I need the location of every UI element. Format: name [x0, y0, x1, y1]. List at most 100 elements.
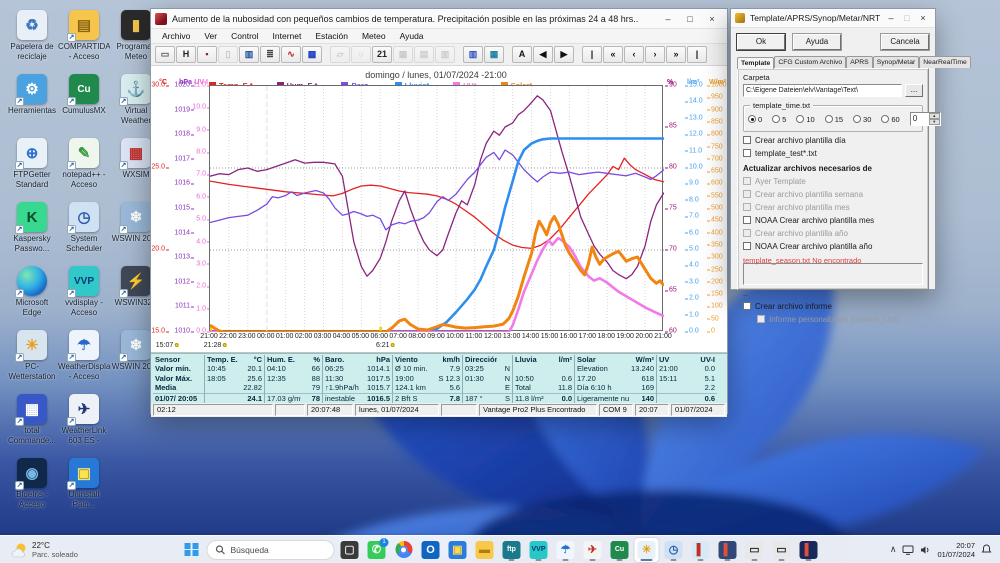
taskbar-app-wswin-dark[interactable]: ▌: [797, 538, 821, 562]
tab-cfg-custom-archivo[interactable]: CFG Custom Archivo: [774, 56, 846, 68]
help-button[interactable]: Ayuda: [793, 34, 841, 50]
toolbar-button-3-2[interactable]: ▶: [554, 46, 574, 63]
desktop-icon-recycle-bin[interactable]: ♻Papelera de reciclaje: [6, 10, 58, 62]
taskbar-app-chrome[interactable]: [392, 538, 416, 562]
taskbar-app-file-explorer[interactable]: ▬: [473, 538, 497, 562]
checkbox-template-test-txt[interactable]: template_test*.txt: [743, 149, 923, 158]
checkbox-crear-archivo-plantilla-d-a[interactable]: Crear archivo plantilla día: [743, 136, 923, 145]
toolbar-button-3-1[interactable]: ◀: [533, 46, 553, 63]
toolbar-button-4-0[interactable]: |: [582, 46, 602, 63]
toolbar-button-0-7[interactable]: ▩: [302, 46, 322, 63]
desktop-icon-ftpgetter[interactable]: ⊕↗FTPGetter Standard: [6, 138, 58, 190]
volume-icon[interactable]: [920, 545, 931, 555]
desktop-icon-weatherlink[interactable]: ✈↗WeatherLink 603 ES - Acce...: [58, 394, 110, 446]
taskbar-app-ftpgetter[interactable]: ftp: [500, 538, 524, 562]
taskbar-app-photos[interactable]: ▣: [446, 538, 470, 562]
menu-item-ver[interactable]: Ver: [197, 29, 224, 43]
cancel-button[interactable]: Cancela: [881, 34, 929, 50]
menu-item-meteo[interactable]: Meteo: [355, 29, 393, 43]
dialog-titlebar[interactable]: Template/APRS/Synop/Metar/NRT – □ ×: [731, 9, 935, 28]
ok-button[interactable]: Ok: [737, 34, 785, 50]
checkbox-noaa-crear-archivo-plantilla-a-o[interactable]: NOAA Crear archivo plantilla año: [743, 242, 923, 251]
toolbar-button-0-1[interactable]: H: [176, 46, 196, 63]
desktop-icon-blueiris[interactable]: ◉↗BlueIris - Acceso directo: [6, 458, 58, 510]
radio-option-5[interactable]: 5: [772, 115, 786, 124]
desktop-icon-weatherdisplay[interactable]: ☂↗WeatherDisplay - Acceso directo: [58, 330, 110, 382]
taskbar-app-weatherlink[interactable]: ✈: [581, 538, 605, 562]
minimize-button[interactable]: –: [657, 11, 679, 27]
toolbar-button-2-1[interactable]: ▦: [484, 46, 504, 63]
desktop-icon-uninstall-pain[interactable]: ▣↗Uninstall Pain...: [58, 458, 110, 510]
tab-template[interactable]: Template: [737, 57, 774, 69]
folder-path-input[interactable]: C:\Eigene Dateien\elv\Vantage\Text\: [743, 84, 902, 97]
taskbar-app-weatherdisplay[interactable]: ☂: [554, 538, 578, 562]
notifications-bell-icon[interactable]: [981, 544, 992, 555]
tab-synop-metar[interactable]: Synop/Metar: [873, 56, 920, 68]
desktop-icon-total-commander[interactable]: ▦↗total Commande...: [6, 394, 58, 446]
taskbar-app-system-scheduler[interactable]: ◷: [662, 538, 686, 562]
menu-item-archivo[interactable]: Archivo: [155, 29, 197, 43]
search-input[interactable]: Búsqueda: [207, 540, 335, 560]
radio-option-30[interactable]: 30: [853, 115, 871, 124]
toolbar-button-4-5[interactable]: |: [687, 46, 707, 63]
menu-item-ayuda[interactable]: Ayuda: [393, 29, 431, 43]
taskbar-app-cmd-window-2[interactable]: ▭: [770, 538, 794, 562]
desktop-icon-herramientas[interactable]: ⚙↗Herramientas: [6, 74, 58, 126]
radio-option-0[interactable]: 0: [748, 115, 762, 124]
taskbar-app-pc-wetterstation[interactable]: ☀: [635, 538, 659, 562]
toolbar-button-4-3[interactable]: ›: [645, 46, 665, 63]
taskbar-app-vvp[interactable]: VVP: [527, 538, 551, 562]
dialog-close-button[interactable]: ×: [915, 10, 931, 26]
tab-nearrealtime[interactable]: NearRealTime: [919, 56, 971, 68]
menu-item-estación[interactable]: Estación: [308, 29, 355, 43]
toolbar-button-0-0[interactable]: ▭: [155, 46, 175, 63]
checkbox-icon: [743, 302, 751, 310]
radio-option-10[interactable]: 10: [796, 115, 814, 124]
tray-chevron-icon[interactable]: ∧: [890, 544, 897, 555]
toolbar-button-4-4[interactable]: »: [666, 46, 686, 63]
radio-option-15[interactable]: 15: [825, 115, 843, 124]
taskbar-app-outlook[interactable]: O: [419, 538, 443, 562]
tray-clock[interactable]: 20:07 01/07/2024: [937, 541, 975, 559]
desktop-icon-system-scheduler[interactable]: ◷↗System Scheduler: [58, 202, 110, 254]
desktop-icon-kaspersky-password[interactable]: K↗Kaspersky Passwo...: [6, 202, 58, 254]
spinner-down-icon[interactable]: ▼: [929, 119, 940, 125]
tab-aprs[interactable]: APRS: [846, 56, 873, 68]
desktop-icon-microsoft-edge[interactable]: ↗Microsoft Edge: [6, 266, 58, 318]
interval-spinner[interactable]: 0▲▼: [910, 112, 941, 126]
taskbar-app-cmd-window-1[interactable]: ▭: [743, 538, 767, 562]
browse-button[interactable]: ...: [905, 84, 923, 97]
taskbar-app-whatsapp[interactable]: ✆1: [365, 538, 389, 562]
menu-item-internet[interactable]: Internet: [266, 29, 309, 43]
menu-item-control[interactable]: Control: [224, 29, 265, 43]
start-button[interactable]: [180, 538, 204, 562]
desktop-icon-notepad-plus-plus[interactable]: ✎↗notepad++ - Acceso directo: [58, 138, 110, 190]
main-titlebar[interactable]: Aumento de la nubosidad con pequeños cam…: [151, 9, 727, 29]
network-icon[interactable]: [902, 545, 914, 555]
toolbar-button-2-0[interactable]: ▥: [463, 46, 483, 63]
dialog-minimize-button[interactable]: –: [883, 10, 899, 26]
radio-option-60[interactable]: 60: [881, 115, 899, 124]
toolbar-button-1-2[interactable]: 21: [372, 46, 392, 63]
toolbar-button-0-6[interactable]: ∿: [281, 46, 301, 63]
toolbar-button-3-0[interactable]: A: [512, 46, 532, 63]
toolbar-button-0-4[interactable]: ▥: [239, 46, 259, 63]
desktop-icon-vvdisplay[interactable]: VVP↗vvdisplay - Acceso directo: [58, 266, 110, 318]
desktop-icon-compartida-folder[interactable]: ▤↗COMPARTIDA - Acceso directo: [58, 10, 110, 62]
toolbar-button-4-2[interactable]: ‹: [624, 46, 644, 63]
desktop-icon-cumulusmx[interactable]: Cu↗CumulusMX: [58, 74, 110, 126]
table-cell: Día 6:10 h: [575, 383, 629, 392]
toolbar-button-4-1[interactable]: «: [603, 46, 623, 63]
maximize-button[interactable]: □: [679, 11, 701, 27]
taskbar-app-dark-window-app[interactable]: ▢: [338, 538, 362, 562]
taskbar-app-cumulusmx[interactable]: Cu: [608, 538, 632, 562]
taskbar-app-wxsim[interactable]: ▌: [716, 538, 740, 562]
toolbar-button-0-5[interactable]: ≣: [260, 46, 280, 63]
desktop-icon-pc-wetterstation[interactable]: ☀↗PC-Wetterstation: [6, 330, 58, 382]
taskbar-app-wswin[interactable]: ▌: [689, 538, 713, 562]
taskbar-weather-widget[interactable]: 22°C Parc. soleado: [0, 541, 170, 559]
toolbar-button-0-2[interactable]: ▪: [197, 46, 217, 63]
close-button[interactable]: ×: [701, 11, 723, 27]
checkbox-crear-archivo-informe[interactable]: Crear archivo informe: [743, 302, 923, 311]
checkbox-noaa-crear-archivo-plantilla-mes[interactable]: NOAA Crear archivo plantilla mes: [743, 216, 923, 225]
